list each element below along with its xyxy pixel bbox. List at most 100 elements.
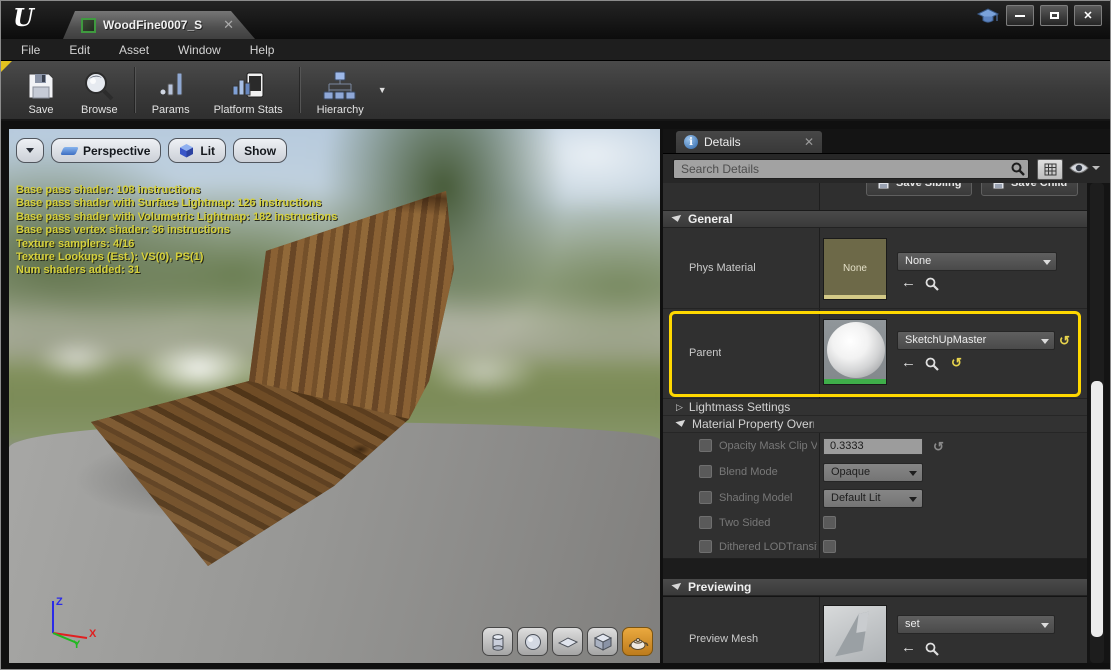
floppy-disk-icon bbox=[877, 183, 890, 190]
hierarchy-dropdown-icon[interactable]: ▼ bbox=[378, 85, 387, 95]
override-checkbox[interactable] bbox=[699, 465, 712, 478]
browse-to-asset-icon[interactable] bbox=[925, 277, 939, 291]
details-panel: i Details ✕ Save Sibling Save Child bbox=[663, 129, 1110, 663]
browse-button[interactable]: Browse bbox=[69, 61, 130, 119]
use-selected-arrow-icon[interactable]: ← bbox=[901, 641, 916, 655]
parent-material-thumbnail[interactable] bbox=[823, 319, 887, 385]
minimize-icon bbox=[1015, 15, 1025, 17]
phys-material-row: Phys Material None None ← bbox=[663, 228, 1087, 309]
chevron-down-icon bbox=[1092, 166, 1100, 170]
search-details-input[interactable] bbox=[673, 159, 1029, 179]
use-selected-arrow-icon[interactable]: ← bbox=[901, 356, 916, 370]
details-scrollbar-thumb[interactable] bbox=[1091, 381, 1103, 637]
tab-close-icon[interactable]: ✕ bbox=[223, 17, 234, 33]
menu-help[interactable]: Help bbox=[245, 43, 280, 57]
minimize-button[interactable] bbox=[1006, 5, 1034, 26]
sphere-icon bbox=[523, 632, 543, 652]
menu-file[interactable]: File bbox=[16, 43, 45, 57]
cylinder-icon bbox=[488, 632, 508, 652]
chevron-down-icon bbox=[909, 471, 917, 476]
plane-icon bbox=[557, 632, 579, 652]
lit-cube-icon bbox=[179, 143, 194, 158]
phys-material-combo[interactable]: None bbox=[897, 252, 1057, 271]
chevron-down-icon bbox=[26, 148, 34, 153]
svg-text:Z: Z bbox=[56, 596, 63, 608]
collapse-triangle-icon bbox=[671, 583, 682, 591]
phys-material-thumbnail[interactable]: None bbox=[823, 238, 887, 300]
override-checkbox[interactable] bbox=[699, 439, 712, 452]
axis-gizmo: Z X Y bbox=[37, 591, 101, 649]
menu-window[interactable]: Window bbox=[173, 43, 226, 57]
svg-text:Y: Y bbox=[73, 639, 81, 649]
reset-to-default-icon[interactable]: ↺ bbox=[1059, 334, 1070, 347]
details-tab-close-icon[interactable]: ✕ bbox=[804, 135, 814, 149]
info-icon: i bbox=[684, 135, 698, 149]
general-section-header[interactable]: General bbox=[663, 211, 1087, 228]
perspective-button[interactable]: Perspective bbox=[51, 138, 161, 163]
override-checkbox[interactable] bbox=[699, 540, 712, 553]
menu-asset[interactable]: Asset bbox=[114, 43, 154, 57]
material-property-overrides-header[interactable]: Material Property Overrides bbox=[663, 416, 1087, 433]
magnifier-sphere-icon bbox=[82, 70, 116, 102]
override-checkbox[interactable] bbox=[699, 491, 712, 504]
shape-cylinder-button[interactable] bbox=[482, 627, 513, 656]
details-tab[interactable]: i Details ✕ bbox=[676, 131, 822, 153]
asset-tab-label: WoodFine0007_S bbox=[103, 18, 202, 32]
save-child-button[interactable]: Save Child bbox=[981, 183, 1078, 196]
preview-mesh-thumbnail[interactable] bbox=[823, 605, 887, 663]
override-checkbox[interactable] bbox=[699, 516, 712, 529]
chevron-down-icon bbox=[1043, 260, 1051, 265]
shape-cube-button[interactable] bbox=[587, 627, 618, 656]
platform-stats-button[interactable]: Platform Stats bbox=[202, 61, 295, 119]
lightmass-settings-header[interactable]: ▷ Lightmass Settings bbox=[663, 399, 1087, 416]
close-button[interactable]: ✕ bbox=[1074, 5, 1102, 26]
display-grid-button[interactable] bbox=[1037, 159, 1063, 180]
svg-text:X: X bbox=[89, 628, 97, 640]
params-button[interactable]: Params bbox=[140, 61, 202, 119]
thumbnail-color-bar bbox=[824, 379, 886, 384]
chevron-down-icon bbox=[909, 497, 917, 502]
chevron-down-icon bbox=[1041, 339, 1049, 344]
viewport-controls: Perspective Lit Show bbox=[16, 138, 287, 163]
browse-to-asset-icon[interactable] bbox=[925, 642, 939, 656]
use-selected-arrow-icon[interactable]: ← bbox=[901, 276, 916, 290]
restore-button[interactable] bbox=[1040, 5, 1068, 26]
parent-material-combo[interactable]: SketchUpMaster bbox=[897, 331, 1055, 350]
node-tree-icon bbox=[322, 70, 358, 102]
lit-mode-button[interactable]: Lit bbox=[168, 138, 226, 163]
preview-mesh-combo[interactable]: set bbox=[897, 615, 1055, 634]
viewport-options-button[interactable] bbox=[16, 138, 44, 163]
shape-sphere-button[interactable] bbox=[517, 627, 548, 656]
two-sided-value-checkbox[interactable] bbox=[823, 516, 836, 529]
eye-icon bbox=[1069, 162, 1089, 174]
hierarchy-button[interactable]: Hierarchy bbox=[305, 61, 376, 119]
browse-to-asset-icon[interactable] bbox=[925, 357, 939, 371]
shape-teapot-button[interactable] bbox=[622, 627, 653, 656]
reset-to-default-icon[interactable]: ↺ bbox=[951, 356, 962, 369]
unreal-logo-icon: U bbox=[13, 3, 34, 32]
toolbar: Save Browse Params Platform Stats Hierar… bbox=[1, 61, 1110, 121]
material-sphere-preview bbox=[827, 322, 885, 378]
details-search-row bbox=[663, 153, 1110, 183]
shape-plane-button[interactable] bbox=[552, 627, 583, 656]
save-sibling-button[interactable]: Save Sibling bbox=[866, 183, 972, 196]
section-gap bbox=[663, 559, 1087, 579]
device-chart-icon bbox=[229, 70, 267, 102]
menu-edit[interactable]: Edit bbox=[64, 43, 95, 57]
shading-model-combo[interactable]: Default Lit bbox=[823, 489, 923, 508]
ue-material-instance-editor: U WoodFine0007_S ✕ ✕ File Edit Asset Win… bbox=[0, 0, 1111, 670]
tutorial-cap-icon[interactable] bbox=[976, 6, 1000, 26]
thumbnail-color-bar bbox=[824, 295, 886, 299]
save-button[interactable]: Save bbox=[13, 61, 69, 119]
previewing-section-header[interactable]: Previewing bbox=[663, 579, 1087, 596]
preview-viewport[interactable]: Perspective Lit Show Base pass shader: 1… bbox=[9, 129, 660, 663]
show-button[interactable]: Show bbox=[233, 138, 287, 163]
reset-to-default-icon[interactable]: ↺ bbox=[933, 440, 944, 453]
view-options-button[interactable] bbox=[1069, 162, 1100, 174]
asset-tab[interactable]: WoodFine0007_S ✕ bbox=[61, 11, 259, 39]
opacity-mask-clip-value-field[interactable]: 0.3333 bbox=[823, 438, 923, 455]
cube-icon bbox=[593, 632, 613, 652]
dithered-lod-value-checkbox[interactable] bbox=[823, 540, 836, 553]
collapse-triangle-icon bbox=[675, 420, 686, 428]
blend-mode-combo[interactable]: Opaque bbox=[823, 463, 923, 482]
